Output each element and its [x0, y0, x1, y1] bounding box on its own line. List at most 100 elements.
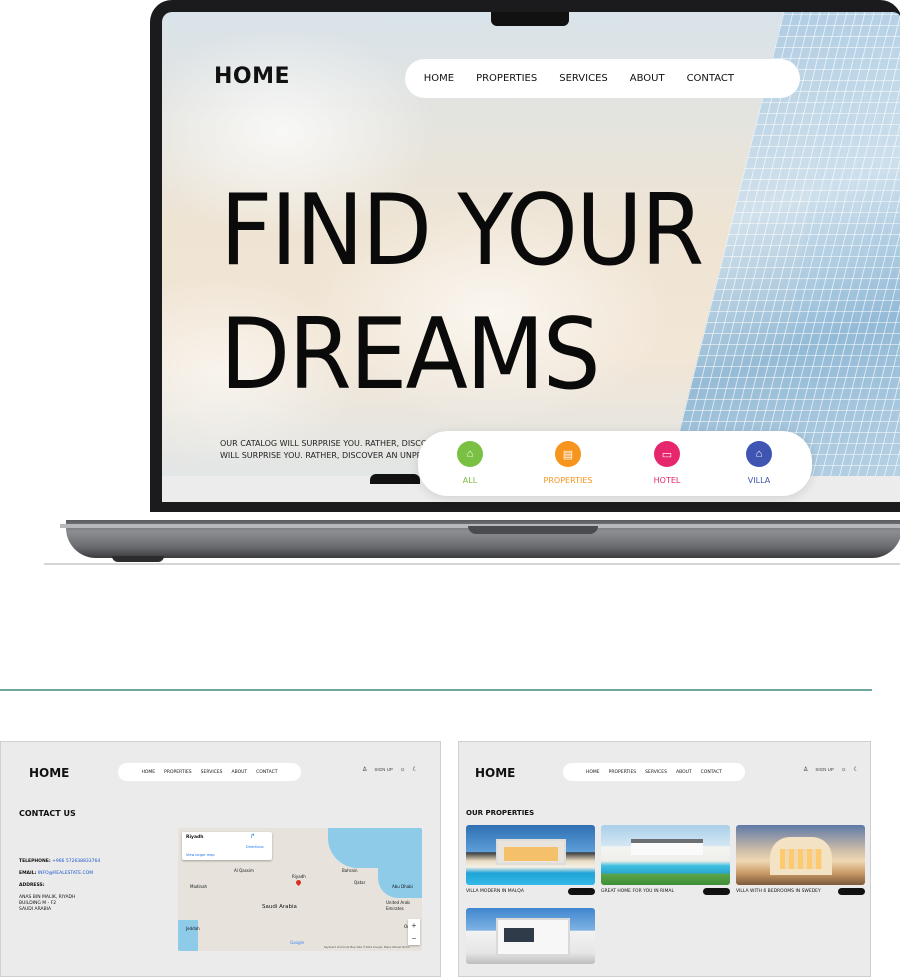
- category-all[interactable]: ⌂ ALL: [435, 441, 505, 485]
- property-card[interactable]: [466, 908, 595, 964]
- nav-properties[interactable]: PROPERTIES: [476, 73, 537, 84]
- contact-nav-properties[interactable]: PROPERTIES: [164, 770, 192, 775]
- map-sea: [378, 868, 422, 898]
- map-label: Abu Dhabi: [392, 884, 413, 889]
- user-icon[interactable]: ♙: [362, 766, 367, 773]
- villa-icon: ⌂: [746, 441, 772, 467]
- address-lines: ANAS BIN MALIK, RIYADH BUILDING M - F2 S…: [19, 895, 75, 913]
- user-icon[interactable]: ♙: [803, 766, 808, 773]
- map-info-card: Riyadh ↱ Directions View larger map: [182, 832, 272, 860]
- cta-button[interactable]: [370, 474, 420, 484]
- contact-logo[interactable]: HOME: [29, 766, 69, 780]
- map-pin-icon[interactable]: [294, 878, 303, 887]
- villa-lights: [504, 847, 558, 861]
- property-title: VILLA WITH 6 BEDROOMS IN SWEDEY: [736, 889, 821, 894]
- google-logo: Google: [290, 940, 305, 945]
- map-label: Madinah: [190, 884, 208, 889]
- map-label: Qatar: [354, 880, 366, 885]
- category-hotel[interactable]: ▭ HOTEL: [632, 441, 702, 485]
- main-nav: HOME PROPERTIES SERVICES ABOUT CONTACT: [405, 59, 800, 98]
- hero-tagline: OUR CATALOG WILL SURPRISE YOU. RATHER, D…: [220, 438, 430, 462]
- directions-icon[interactable]: ↱: [250, 834, 255, 840]
- category-hotel-label: HOTEL: [653, 476, 681, 485]
- category-all-label: ALL: [462, 476, 478, 485]
- properties-nav-about[interactable]: ABOUT: [676, 770, 692, 775]
- hero-tagline-line1: OUR CATALOG WILL SURPRISE YOU. RATHER, D…: [220, 439, 430, 448]
- category-card: ⌂ ALL ▤ PROPERTIES ▭ HOTEL ⌂ VILLA: [418, 431, 812, 496]
- contact-email: EMAIL: INFO@REALESTATE.COM: [19, 871, 93, 877]
- property-card[interactable]: VILLA MODERN IN MALQA MORE: [466, 825, 595, 895]
- zoom-in-icon[interactable]: +: [408, 919, 420, 932]
- moon-icon[interactable]: ☾: [412, 766, 417, 773]
- properties-nav-properties[interactable]: PROPERTIES: [609, 770, 637, 775]
- map-label: United Arab Emirates: [386, 900, 410, 911]
- hero-headline-line2: DREAMS: [220, 298, 601, 412]
- section-divider: [0, 689, 872, 691]
- property-card[interactable]: GREAT HOME FOR YOU IN RIMAL MORE: [601, 825, 730, 895]
- contact-page-screenshot: HOME HOME PROPERTIES SERVICES ABOUT CONT…: [0, 741, 441, 977]
- house-structure: [631, 839, 703, 855]
- email-label: EMAIL:: [19, 871, 37, 876]
- contact-nav: HOME PROPERTIES SERVICES ABOUT CONTACT: [118, 763, 301, 781]
- properties-heading: OUR PROPERTIES: [466, 809, 535, 817]
- category-properties[interactable]: ▤ PROPERTIES: [533, 441, 603, 485]
- contact-nav-about[interactable]: ABOUT: [231, 770, 247, 775]
- nav-services[interactable]: SERVICES: [559, 73, 608, 84]
- properties-header-actions: ♙ SIGN UP ☼ ☾: [803, 766, 859, 774]
- properties-nav-contact[interactable]: CONTACT: [701, 770, 722, 775]
- property-title: GREAT HOME FOR YOU IN RIMAL: [601, 889, 674, 894]
- embedded-map[interactable]: Riyadh ↱ Directions View larger map Saud…: [178, 828, 422, 951]
- map-place-name: Riyadh: [186, 835, 204, 840]
- contact-nav-services[interactable]: SERVICES: [201, 770, 223, 775]
- hero-tagline-line2: WILL SURPRISE YOU. RATHER, DISCOVER AN U…: [220, 451, 430, 460]
- contact-telephone: TELEPHONE: +966 572638833764: [19, 859, 100, 865]
- map-label: Jeddah: [186, 926, 200, 931]
- contact-nav-contact[interactable]: CONTACT: [256, 770, 277, 775]
- more-button[interactable]: MORE: [567, 888, 595, 895]
- property-image[interactable]: [601, 825, 730, 885]
- moon-icon[interactable]: ☾: [853, 766, 858, 773]
- contact-nav-home[interactable]: HOME: [141, 770, 155, 775]
- property-image[interactable]: [466, 908, 595, 964]
- palace-windows: [780, 849, 822, 869]
- map-directions-link[interactable]: Directions: [246, 844, 264, 850]
- telephone-label: TELEPHONE:: [19, 859, 51, 864]
- map-label: Al Qassim: [234, 868, 254, 873]
- modern-house-window: [504, 928, 534, 942]
- properties-logo[interactable]: HOME: [475, 766, 515, 780]
- map-zoom-control[interactable]: + −: [408, 919, 420, 945]
- site-logo[interactable]: HOME: [214, 64, 290, 89]
- map-label: Bahrain: [342, 868, 358, 873]
- nav-about[interactable]: ABOUT: [630, 73, 665, 84]
- map-view-larger-link[interactable]: View larger map: [186, 852, 215, 858]
- nav-contact[interactable]: CONTACT: [687, 73, 734, 84]
- bed-icon: ▭: [654, 441, 680, 467]
- home-icon: ⌂: [457, 441, 483, 467]
- laptop-opening-notch: [468, 526, 598, 534]
- contact-address: ADDRESS:: [19, 883, 45, 889]
- map-footer[interactable]: Keyboard shortcuts Map data ©2024 Google…: [324, 945, 409, 951]
- map-sea: [178, 920, 198, 951]
- properties-nav-home[interactable]: HOME: [586, 770, 600, 775]
- more-button[interactable]: MORE: [837, 888, 865, 895]
- properties-signup-link[interactable]: SIGN UP: [815, 767, 834, 772]
- sun-icon[interactable]: ☼: [841, 767, 847, 773]
- map-sea: [328, 828, 422, 868]
- properties-nav: HOME PROPERTIES SERVICES ABOUT CONTACT: [563, 763, 745, 781]
- property-image[interactable]: [736, 825, 865, 885]
- category-properties-label: PROPERTIES: [543, 476, 593, 485]
- nav-home[interactable]: HOME: [424, 73, 454, 84]
- property-image[interactable]: [466, 825, 595, 885]
- laptop-foot: [112, 556, 164, 562]
- zoom-out-icon[interactable]: −: [408, 932, 420, 945]
- properties-nav-services[interactable]: SERVICES: [645, 770, 667, 775]
- address-line: SAUDI ARABIA: [19, 907, 52, 912]
- telephone-value[interactable]: +966 572638833764: [52, 859, 100, 864]
- contact-signup-link[interactable]: SIGN UP: [374, 767, 393, 772]
- email-value[interactable]: INFO@REALESTATE.COM: [38, 871, 93, 876]
- category-villa[interactable]: ⌂ VILLA: [724, 441, 794, 485]
- more-button[interactable]: MORE: [702, 888, 730, 895]
- property-card[interactable]: VILLA WITH 6 BEDROOMS IN SWEDEY MORE: [736, 825, 865, 895]
- map-label: Saudi Arabia: [262, 904, 297, 910]
- sun-icon[interactable]: ☼: [400, 767, 406, 773]
